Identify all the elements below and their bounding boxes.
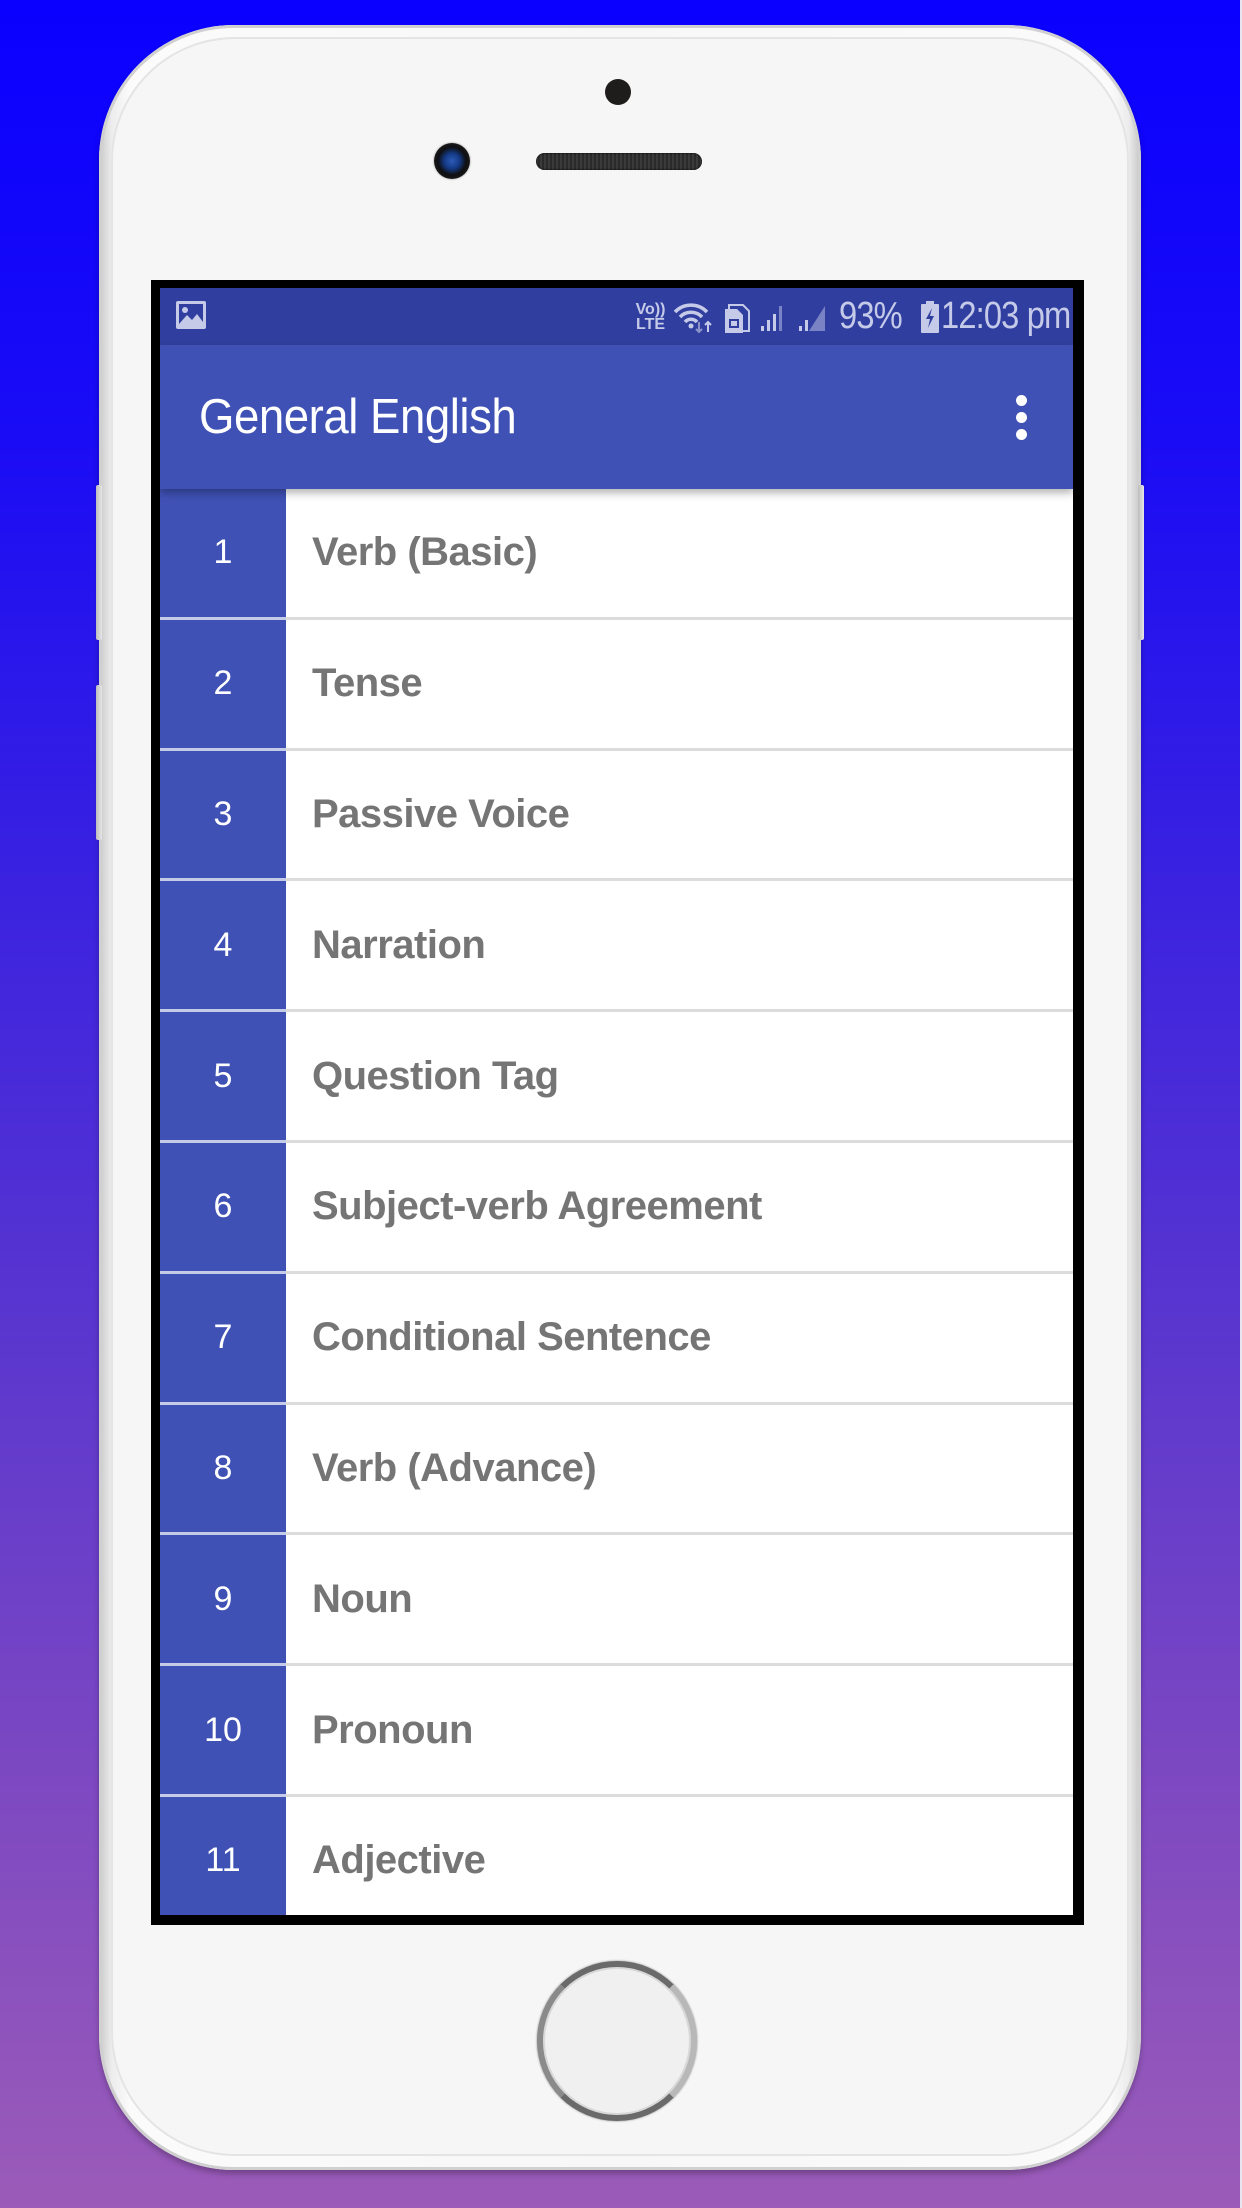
item-number: 11 (160, 1796, 286, 1915)
item-number: 10 (160, 1666, 286, 1797)
item-number: 3 (160, 750, 286, 882)
list-item[interactable]: 2 Tense (160, 619, 1073, 751)
screen-frame: Vo)) LTE 93% 12:03 pm General English 1 … (151, 280, 1084, 1925)
item-label: Narration (312, 922, 486, 967)
more-vert-icon[interactable] (991, 381, 1051, 453)
image-icon (175, 300, 207, 335)
list-item[interactable]: 5 Question Tag (160, 1012, 1073, 1143)
list-item[interactable]: 9 Noun (160, 1535, 1073, 1667)
item-label: Verb (Advance) (312, 1445, 597, 1490)
list-item[interactable]: 6 Subject-verb Agreement (160, 1142, 1073, 1274)
item-number: 4 (160, 881, 286, 1013)
clock: 12:03 pm (940, 295, 1071, 337)
battery-percent: 93% (839, 295, 903, 337)
power-button (1138, 485, 1144, 640)
item-label: Noun (312, 1576, 413, 1621)
list-item[interactable]: 8 Verb (Advance) (160, 1404, 1073, 1536)
signal-icon (761, 305, 783, 331)
item-number: 1 (160, 489, 286, 620)
volte-icon: Vo)) LTE (635, 300, 666, 333)
item-number: 6 (160, 1142, 286, 1274)
volume-up-button (96, 485, 102, 640)
item-number: 8 (160, 1404, 286, 1536)
home-button[interactable] (537, 1961, 697, 2121)
app-screen: Vo)) LTE 93% 12:03 pm General English 1 … (160, 288, 1073, 1915)
list-item[interactable]: 1 Verb (Basic) (160, 489, 1073, 620)
lte-label: LTE (636, 315, 666, 333)
status-icons: Vo)) LTE 93% 12:03 pm (635, 288, 1071, 345)
list-item[interactable]: 11 Adjective (160, 1796, 1073, 1915)
volume-down-button (96, 685, 102, 840)
item-label: Adjective (312, 1838, 486, 1883)
battery-charging-icon (920, 300, 939, 333)
list-item[interactable]: 4 Narration (160, 881, 1073, 1013)
app-title: General English (199, 390, 517, 444)
wifi-icon (674, 302, 713, 333)
item-number: 9 (160, 1535, 286, 1667)
item-label: Pronoun (312, 1707, 473, 1752)
list-item[interactable]: 10 Pronoun (160, 1666, 1073, 1797)
item-number: 5 (160, 1012, 286, 1143)
item-number: 7 (160, 1273, 286, 1405)
list-item[interactable]: 3 Passive Voice (160, 750, 1073, 882)
item-label: Verb (Basic) (312, 530, 538, 575)
volte-label: Vo)) (635, 300, 666, 318)
item-number: 2 (160, 619, 286, 751)
item-label: Conditional Sentence (312, 1315, 711, 1360)
item-label: Subject-verb Agreement (312, 1184, 762, 1229)
menu-dot (1015, 428, 1027, 440)
front-camera-icon (434, 143, 470, 179)
item-label: Passive Voice (312, 791, 570, 836)
signal-icon (799, 305, 826, 331)
proximity-sensor-icon (605, 79, 631, 105)
earpiece-speaker-icon (536, 153, 702, 170)
topic-list: 1 Verb (Basic) 2 Tense 3 Passive Voice 4… (160, 489, 1073, 1915)
item-label: Question Tag (312, 1053, 559, 1098)
item-label: Tense (312, 661, 423, 706)
list-item[interactable]: 7 Conditional Sentence (160, 1273, 1073, 1405)
menu-dot (1015, 394, 1027, 406)
menu-dot (1015, 411, 1027, 423)
sim-icon (725, 303, 751, 333)
status-bar: Vo)) LTE 93% 12:03 pm (160, 288, 1073, 345)
app-toolbar: General English (160, 345, 1073, 489)
